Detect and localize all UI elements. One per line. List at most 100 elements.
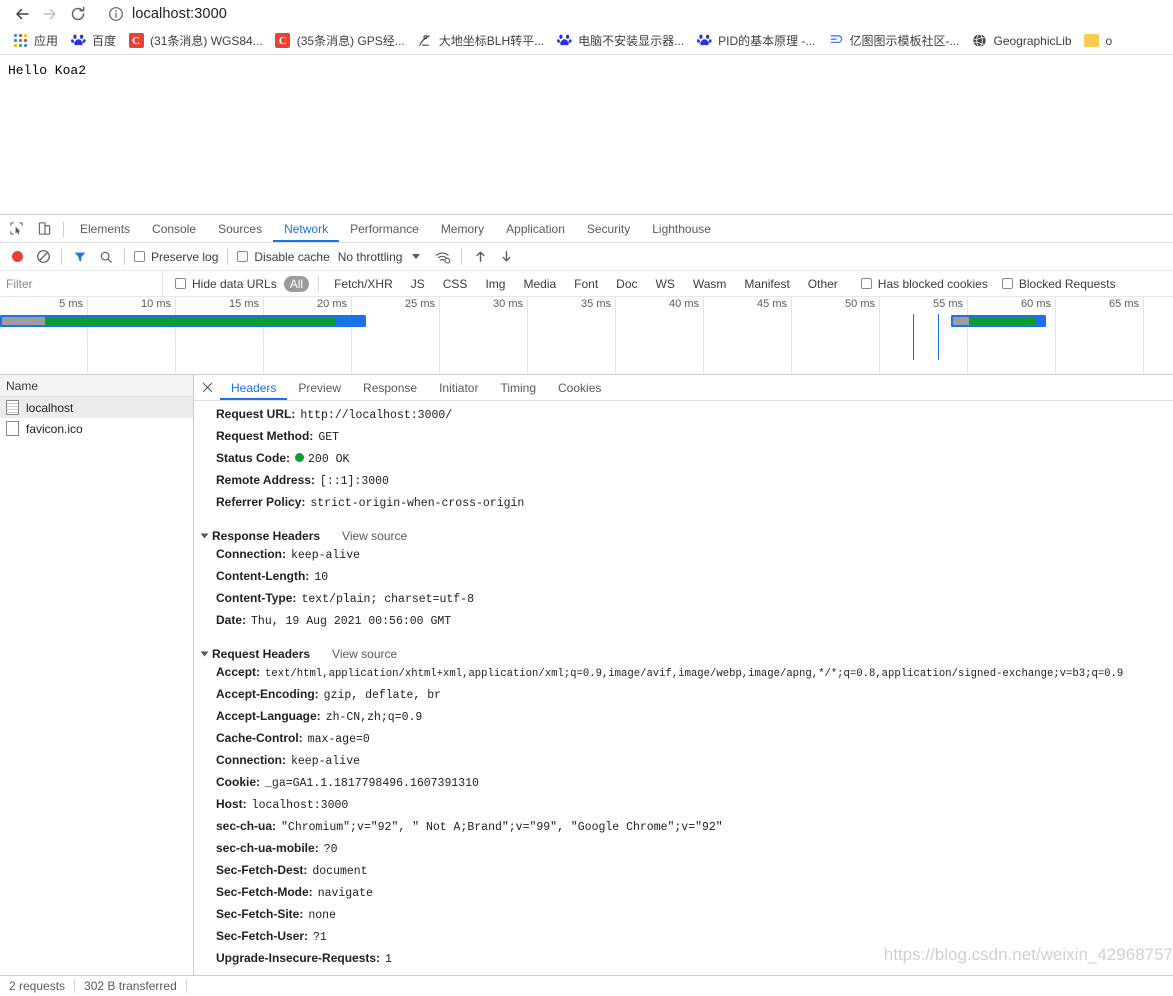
header-value: navigate [317, 887, 373, 900]
bookmark-geographiclib[interactable]: GeographicLib [965, 30, 1077, 52]
tab-lighthouse[interactable]: Lighthouse [641, 215, 722, 242]
header-name: Status Code: [216, 451, 291, 465]
bookmark-csdn-wgs84[interactable]: C (31条消息) WGS84... [122, 30, 269, 52]
details-tab-timing[interactable]: Timing [489, 375, 547, 400]
general-row-request-method: Request Method: GET [194, 429, 1173, 451]
reload-button[interactable] [64, 2, 92, 26]
request-details: Headers Preview Response Initiator Timin… [194, 375, 1173, 975]
close-details-button[interactable] [194, 375, 220, 400]
type-filter-fetch-xhr[interactable]: Fetch/XHR [328, 276, 399, 292]
details-tab-response[interactable]: Response [352, 375, 428, 400]
request-header-accept-encoding: Accept-Encoding: gzip, deflate, br [194, 687, 1173, 709]
chevron-down-icon[interactable] [412, 254, 421, 259]
tab-application[interactable]: Application [495, 215, 576, 242]
document-icon [6, 400, 19, 415]
tab-network[interactable]: Network [273, 215, 339, 242]
request-header-accept: Accept: text/html,application/xhtml+xml,… [194, 665, 1173, 687]
filter-input[interactable]: Filter [0, 271, 163, 296]
record-icon [11, 251, 23, 262]
view-source-link[interactable]: View source [342, 529, 407, 543]
record-button[interactable] [4, 244, 30, 270]
bar-segment-download [969, 317, 1035, 325]
divider [63, 220, 64, 237]
baidu-icon [70, 33, 86, 49]
request-headers-section[interactable]: Request Headers View source [194, 643, 1173, 665]
request-header-upgrade-insecure-requests: Upgrade-Insecure-Requests: 1 [194, 951, 1173, 973]
header-value: 10 [314, 571, 329, 584]
bookmark-csdn-gps[interactable]: C (35条消息) GPS经... [269, 30, 411, 52]
type-filter-media[interactable]: Media [517, 276, 562, 292]
type-filter-other[interactable]: Other [802, 276, 844, 292]
bookmark-pid[interactable]: PID的基本原理 -... [690, 30, 821, 52]
header-value: 200 OK [308, 453, 350, 466]
response-headers-section[interactable]: Response Headers View source [194, 525, 1173, 547]
disable-cache-checkbox[interactable]: Disable cache [237, 250, 330, 264]
tab-console[interactable]: Console [141, 215, 207, 242]
type-filter-font[interactable]: Font [568, 276, 604, 292]
overview-bar-favicon [951, 315, 1046, 327]
request-row-favicon[interactable]: favicon.ico [0, 418, 193, 439]
type-filter-wasm[interactable]: Wasm [687, 276, 733, 292]
inspect-element-button[interactable] [2, 216, 30, 242]
folder-icon [1084, 33, 1100, 49]
details-tab-headers[interactable]: Headers [220, 375, 287, 400]
header-value: text/plain; charset=utf-8 [301, 593, 474, 606]
device-toolbar-button[interactable] [30, 216, 58, 242]
bookmark-edraw[interactable]: 亿图图示模板社区-... [821, 30, 965, 52]
type-filter-doc[interactable]: Doc [610, 276, 643, 292]
bookmark-blh[interactable]: 大地坐标BLH转平... [411, 30, 550, 52]
network-overview-timeline[interactable]: 5 ms 10 ms 15 ms 20 ms 25 ms 30 ms 35 ms… [0, 297, 1173, 375]
details-tab-cookies[interactable]: Cookies [547, 375, 612, 400]
filter-button[interactable] [67, 244, 93, 270]
type-filter-all[interactable]: All [283, 275, 310, 292]
search-button[interactable] [93, 244, 119, 270]
clear-button[interactable] [30, 244, 56, 270]
bookmark-monitor[interactable]: 电脑不安装显示器... [550, 30, 690, 52]
view-source-link[interactable]: View source [332, 647, 397, 661]
bookmark-folder[interactable]: o [1078, 30, 1119, 52]
details-tab-initiator[interactable]: Initiator [428, 375, 489, 400]
bookmark-baidu[interactable]: 百度 [64, 30, 122, 52]
preserve-log-checkbox[interactable]: Preserve log [134, 250, 218, 264]
header-value: "Chromium";v="92", " Not A;Brand";v="99"… [281, 821, 723, 834]
type-filter-ws[interactable]: WS [650, 276, 681, 292]
checkbox-box [860, 278, 872, 289]
browser-toolbar: localhost:3000 [0, 0, 1173, 27]
import-har-button[interactable] [467, 244, 493, 270]
export-har-button[interactable] [493, 244, 519, 270]
request-list-column-name[interactable]: Name [0, 375, 193, 397]
transferred-size: 302 B transferred [84, 979, 177, 993]
details-tab-preview[interactable]: Preview [287, 375, 352, 400]
tab-memory[interactable]: Memory [430, 215, 495, 242]
tab-elements[interactable]: Elements [69, 215, 141, 242]
dom-content-loaded-line [913, 314, 914, 360]
type-filter-img[interactable]: Img [479, 276, 511, 292]
header-value: ?0 [323, 843, 338, 856]
forward-button[interactable] [36, 2, 64, 26]
header-name: Content-Length: [216, 569, 310, 583]
tab-sources[interactable]: Sources [207, 215, 273, 242]
timeline-tick: 20 ms [264, 297, 352, 374]
bookmark-label: 电脑不安装显示器... [578, 34, 685, 48]
bookmark-apps[interactable]: 应用 [6, 30, 64, 52]
general-row-referrer-policy: Referrer Policy: strict-origin-when-cros… [194, 495, 1173, 517]
network-conditions-button[interactable] [430, 244, 456, 270]
back-button[interactable] [8, 2, 36, 26]
address-bar[interactable]: localhost:3000 [100, 4, 1165, 24]
blocked-requests-checkbox[interactable]: Blocked Requests [1001, 277, 1116, 291]
request-row-localhost[interactable]: localhost [0, 397, 193, 418]
tab-security[interactable]: Security [576, 215, 641, 242]
type-filter-css[interactable]: CSS [437, 276, 474, 292]
header-value: gzip, deflate, br [323, 689, 441, 702]
has-blocked-cookies-checkbox[interactable]: Has blocked cookies [860, 277, 988, 291]
type-filter-js[interactable]: JS [405, 276, 431, 292]
checkbox-box [134, 251, 145, 262]
tab-performance[interactable]: Performance [339, 215, 430, 242]
search-icon [100, 251, 112, 263]
type-filter-manifest[interactable]: Manifest [738, 276, 795, 292]
hide-data-urls-checkbox[interactable]: Hide data URLs [175, 277, 277, 291]
header-name: Sec-Fetch-Dest: [216, 863, 308, 877]
clear-icon [36, 250, 50, 263]
throttling-select[interactable]: No throttling [338, 250, 403, 264]
timeline-tick: 5 ms [0, 297, 88, 374]
